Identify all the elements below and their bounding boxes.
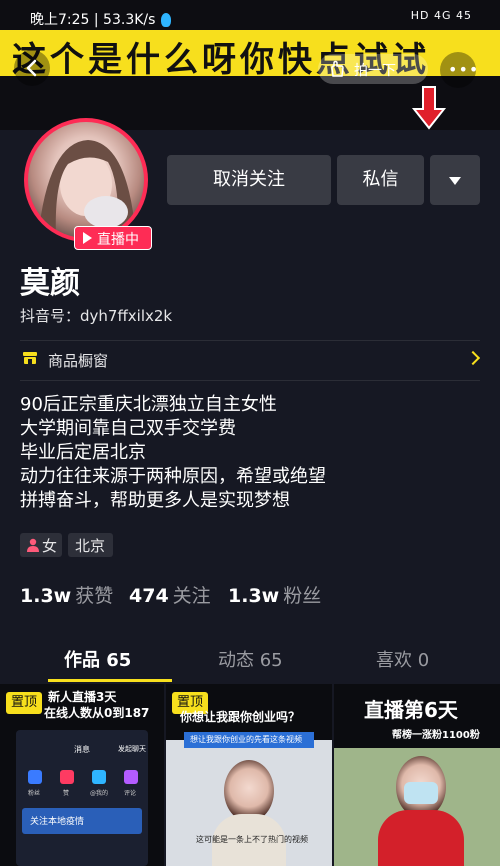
- stat-number: 1.3w: [20, 585, 72, 607]
- status-bar: 晚上7:25 | 53.3K/s HD 4G 45: [0, 0, 500, 28]
- bio-line: 大学期间靠自己双手交学费: [20, 418, 236, 439]
- screen-icon-label: 赞: [63, 790, 70, 797]
- city-label: 北京: [75, 537, 106, 555]
- stat-number: 474: [129, 585, 169, 607]
- screen-icon-label: @我的: [90, 790, 109, 797]
- stat-label: 粉丝: [283, 585, 322, 607]
- video-thumbnail-3[interactable]: 直播第6天 帮榜一涨粉1100粉: [334, 684, 500, 866]
- video-caption-line: 新人直播3天: [48, 690, 117, 704]
- video-banner-box: 想让我跟你创业的先看这条视频: [184, 732, 314, 748]
- live-badge[interactable]: 直播中: [74, 226, 152, 250]
- gender-label: 女: [42, 537, 58, 555]
- more-button[interactable]: •••: [440, 52, 480, 88]
- city-tag: 北京: [68, 533, 113, 557]
- douyin-id[interactable]: 抖音号：dyh7ffxilx2k: [20, 305, 172, 326]
- back-arrow-icon: [26, 59, 37, 77]
- screen-button: 发起聊天: [118, 745, 146, 753]
- live-label: 直播中: [97, 232, 139, 248]
- video-banner: 想让我跟你创业的先看这条视频: [190, 735, 302, 744]
- divider: [20, 380, 480, 381]
- stat-label: 关注: [172, 585, 211, 607]
- video-subtitle: 帮榜一涨粉1100粉: [392, 730, 480, 741]
- tab-posts[interactable]: 动态 65: [218, 646, 283, 672]
- red-arrow-icon: [411, 86, 447, 130]
- caret-down-icon: [449, 177, 461, 185]
- video-caption-line: 你想让我跟你创业吗？: [180, 710, 301, 724]
- shop-window-label: 商品橱窗: [48, 352, 109, 370]
- stat-label: 获赞: [75, 585, 114, 607]
- screen-banner-box: 关注本地疫情: [22, 808, 142, 834]
- unfollow-button[interactable]: 取消关注: [167, 155, 331, 205]
- bio-line: 拼搏奋斗，帮助更多人是实现梦想: [20, 490, 290, 511]
- recommend-dropdown-button[interactable]: [430, 155, 480, 205]
- stat-likes[interactable]: 1.3w 获赞: [20, 581, 113, 608]
- shop-window-row[interactable]: 商品橱窗: [20, 341, 481, 379]
- more-dots-icon: •••: [448, 60, 480, 79]
- screen-icon-label: 粉丝: [28, 790, 41, 797]
- bio-line: 90后正宗重庆北漂独立自主女性: [20, 394, 277, 415]
- stat-followers[interactable]: 1.3w 粉丝: [228, 581, 321, 608]
- screen-banner: 关注本地疫情: [30, 817, 85, 827]
- stat-number: 1.3w: [228, 585, 280, 607]
- pinned-badge: 置顶: [6, 692, 43, 714]
- phone-screenshot: 消息 发起聊天 粉丝 赞 @我的 评论 关注本地疫情: [16, 730, 148, 866]
- bio-line: 动力往往来源于两种原因，希望或绝望: [20, 466, 326, 487]
- status-time-speed: 晚上7:25 | 53.3K/s: [30, 9, 172, 29]
- avatar-photo: [38, 140, 136, 238]
- female-icon: [27, 538, 39, 552]
- person-body: [378, 810, 464, 866]
- comment-icon: [124, 770, 138, 784]
- gender-tag: 女: [20, 533, 62, 557]
- video-thumbnail-1[interactable]: 新人直播3天 在线人数从0到187 置顶 消息 发起聊天 粉丝 赞 @我的 评论…: [0, 684, 164, 866]
- pat-label: 拍一下: [354, 63, 396, 79]
- message-button[interactable]: 私信: [337, 155, 424, 205]
- stat-following[interactable]: 474 关注: [129, 581, 211, 608]
- shop-icon: [23, 352, 37, 364]
- hand-icon: [331, 60, 344, 77]
- mention-icon: [92, 770, 106, 784]
- face-mask: [404, 782, 438, 804]
- chevron-right-icon: [465, 350, 481, 366]
- video-thumbnail-2[interactable]: 置顶 你想让我跟你创业吗？ 想让我跟你创业的先看这条视频 这可能是一条上不了热门…: [166, 684, 332, 866]
- nickname: 莫颜: [20, 266, 80, 301]
- tab-works[interactable]: 作品 65: [64, 646, 131, 672]
- screen-title: 消息: [74, 745, 90, 754]
- play-icon: [83, 232, 92, 244]
- avatar[interactable]: [28, 122, 144, 238]
- person-face: [224, 760, 274, 822]
- content-tabs: 作品 65 动态 65 喜欢 0: [0, 640, 500, 682]
- bio: 90后正宗重庆北漂独立自主女性 大学期间靠自己双手交学费 毕业后定居北京 动力往…: [20, 393, 326, 513]
- like-icon: [60, 770, 74, 784]
- pat-button[interactable]: 拍一下: [318, 54, 428, 84]
- status-indicators: HD 4G 45: [410, 9, 472, 22]
- video-subtitle: 这可能是一条上不了热门的视频: [196, 835, 308, 844]
- fans-icon: [28, 770, 42, 784]
- bio-line: 毕业后定居北京: [20, 442, 146, 463]
- video-caption-line: 在线人数从0到187: [44, 706, 150, 720]
- active-tab-indicator: [48, 679, 172, 682]
- tab-likes[interactable]: 喜欢 0: [376, 646, 429, 672]
- notification-icon: [161, 13, 172, 27]
- video-caption-line: 直播第6天: [364, 698, 458, 722]
- screen-icon-label: 评论: [124, 790, 137, 797]
- back-button[interactable]: [14, 50, 50, 86]
